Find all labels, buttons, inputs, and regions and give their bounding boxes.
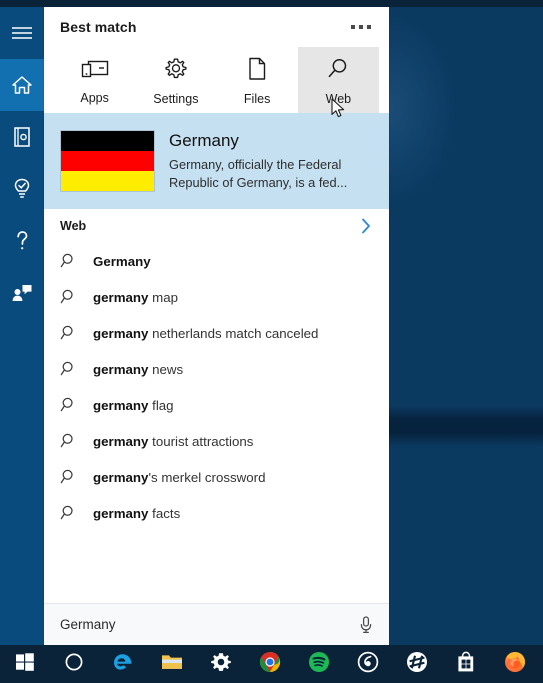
- windows-taskbar: [0, 645, 543, 683]
- best-match-card[interactable]: Germany Germany, officially the Federal …: [44, 113, 389, 209]
- search-results-panel: Best match Apps Settings Files Web Germa…: [44, 7, 389, 645]
- tab-apps-label: Apps: [80, 91, 109, 105]
- home-icon: [11, 75, 33, 95]
- panel-header: Best match: [44, 7, 389, 47]
- chevron-right-icon[interactable]: [359, 216, 373, 236]
- tab-settings-label: Settings: [153, 92, 199, 106]
- ellipsis-icon[interactable]: [349, 19, 373, 35]
- best-match-title-text: Germany: [169, 131, 239, 151]
- taskbar-store-button[interactable]: [441, 645, 490, 683]
- search-icon: [325, 56, 351, 87]
- web-section-label: Web: [60, 219, 87, 233]
- search-icon: [60, 432, 78, 450]
- suggestion-text: germany's merkel crossword: [93, 469, 266, 485]
- suggestion-text: Germany: [93, 253, 151, 269]
- apps-icon: [80, 57, 110, 86]
- suggestion-item[interactable]: Germany: [44, 243, 389, 279]
- top-edge-strip: [0, 0, 543, 7]
- document-icon: [246, 56, 268, 87]
- taskbar-cortana-button[interactable]: [49, 645, 98, 683]
- taskbar-firefox-button[interactable]: [490, 645, 539, 683]
- rail-item-notebook[interactable]: [0, 111, 44, 163]
- taskbar-groove-music-button[interactable]: [343, 645, 392, 683]
- suggestion-text: germany map: [93, 289, 178, 305]
- spotify-icon: [307, 650, 331, 679]
- best-match-heading: Best match: [60, 19, 137, 35]
- suggestion-item[interactable]: germany tourist attractions: [44, 423, 389, 459]
- rail-item-tips[interactable]: [0, 163, 44, 215]
- search-icon: [60, 360, 78, 378]
- suggestion-item[interactable]: germany netherlands match canceled: [44, 315, 389, 351]
- lightbulb-icon: [12, 177, 32, 201]
- store-bag-icon: [455, 650, 477, 679]
- notebook-icon: [12, 126, 32, 148]
- taskbar-chrome-button[interactable]: [245, 645, 294, 683]
- search-input-bar[interactable]: Germany: [44, 603, 389, 645]
- folder-icon: [160, 651, 184, 678]
- german-flag-thumbnail: [60, 130, 155, 192]
- cortana-circle-icon: [63, 651, 85, 678]
- taskbar-file-explorer-button[interactable]: [147, 645, 196, 683]
- feedback-person-icon: [11, 283, 33, 303]
- search-input[interactable]: Germany: [60, 617, 116, 632]
- suggestion-text: germany tourist attractions: [93, 433, 254, 449]
- windows-logo-icon: [15, 652, 35, 677]
- gear-icon: [210, 651, 232, 678]
- search-icon: [60, 324, 78, 342]
- edge-icon: [111, 650, 135, 679]
- suggestion-item[interactable]: germany news: [44, 351, 389, 387]
- tab-web-label: Web: [325, 92, 352, 106]
- search-icon: [60, 504, 78, 522]
- tab-files[interactable]: Files: [217, 47, 298, 113]
- tab-apps[interactable]: Apps: [54, 47, 135, 113]
- rail-item-help[interactable]: [0, 215, 44, 267]
- tab-web[interactable]: Web: [297, 47, 379, 113]
- suggestion-item[interactable]: germany's merkel crossword: [44, 459, 389, 495]
- suggestion-text: germany news: [93, 361, 184, 377]
- web-suggestion-list: Germany germany map germany netherlands ma…: [44, 243, 389, 603]
- discord-icon: [405, 650, 429, 679]
- hamburger-icon: [11, 25, 33, 41]
- question-mark-icon: [12, 229, 32, 253]
- taskbar-discord-button[interactable]: [392, 645, 441, 683]
- taskbar-settings-button[interactable]: [196, 645, 245, 683]
- cortana-rail: [0, 7, 44, 645]
- suggestion-text: germany facts: [93, 505, 181, 521]
- suggestion-item[interactable]: germany facts: [44, 495, 389, 531]
- search-icon: [60, 288, 78, 306]
- taskbar-start-button[interactable]: [0, 645, 49, 683]
- search-icon: [60, 468, 78, 486]
- rail-item-hamburger[interactable]: [0, 7, 44, 59]
- suggestion-text: germany flag: [93, 397, 174, 413]
- rail-item-feedback[interactable]: [0, 267, 44, 319]
- groove-icon: [356, 650, 380, 679]
- best-match-text: Germany Germany, officially the Federal …: [169, 131, 373, 191]
- web-section-header: Web: [44, 209, 389, 243]
- search-icon: [60, 252, 78, 270]
- tab-files-label: Files: [243, 92, 271, 106]
- chrome-icon: [258, 650, 282, 679]
- suggestion-item[interactable]: germany flag: [44, 387, 389, 423]
- rail-item-home[interactable]: [0, 59, 44, 111]
- firefox-icon: [503, 650, 527, 679]
- filter-tab-bar: Apps Settings Files Web: [44, 47, 389, 113]
- microphone-icon[interactable]: [359, 615, 373, 635]
- best-match-description: Germany, officially the Federal Republic…: [169, 157, 348, 190]
- suggestion-text: germany netherlands match canceled: [93, 325, 319, 341]
- taskbar-edge-button[interactable]: [98, 645, 147, 683]
- tab-settings[interactable]: Settings: [135, 47, 216, 113]
- search-icon: [60, 396, 78, 414]
- suggestion-item[interactable]: germany map: [44, 279, 389, 315]
- gear-icon: [163, 56, 189, 87]
- taskbar-spotify-button[interactable]: [294, 645, 343, 683]
